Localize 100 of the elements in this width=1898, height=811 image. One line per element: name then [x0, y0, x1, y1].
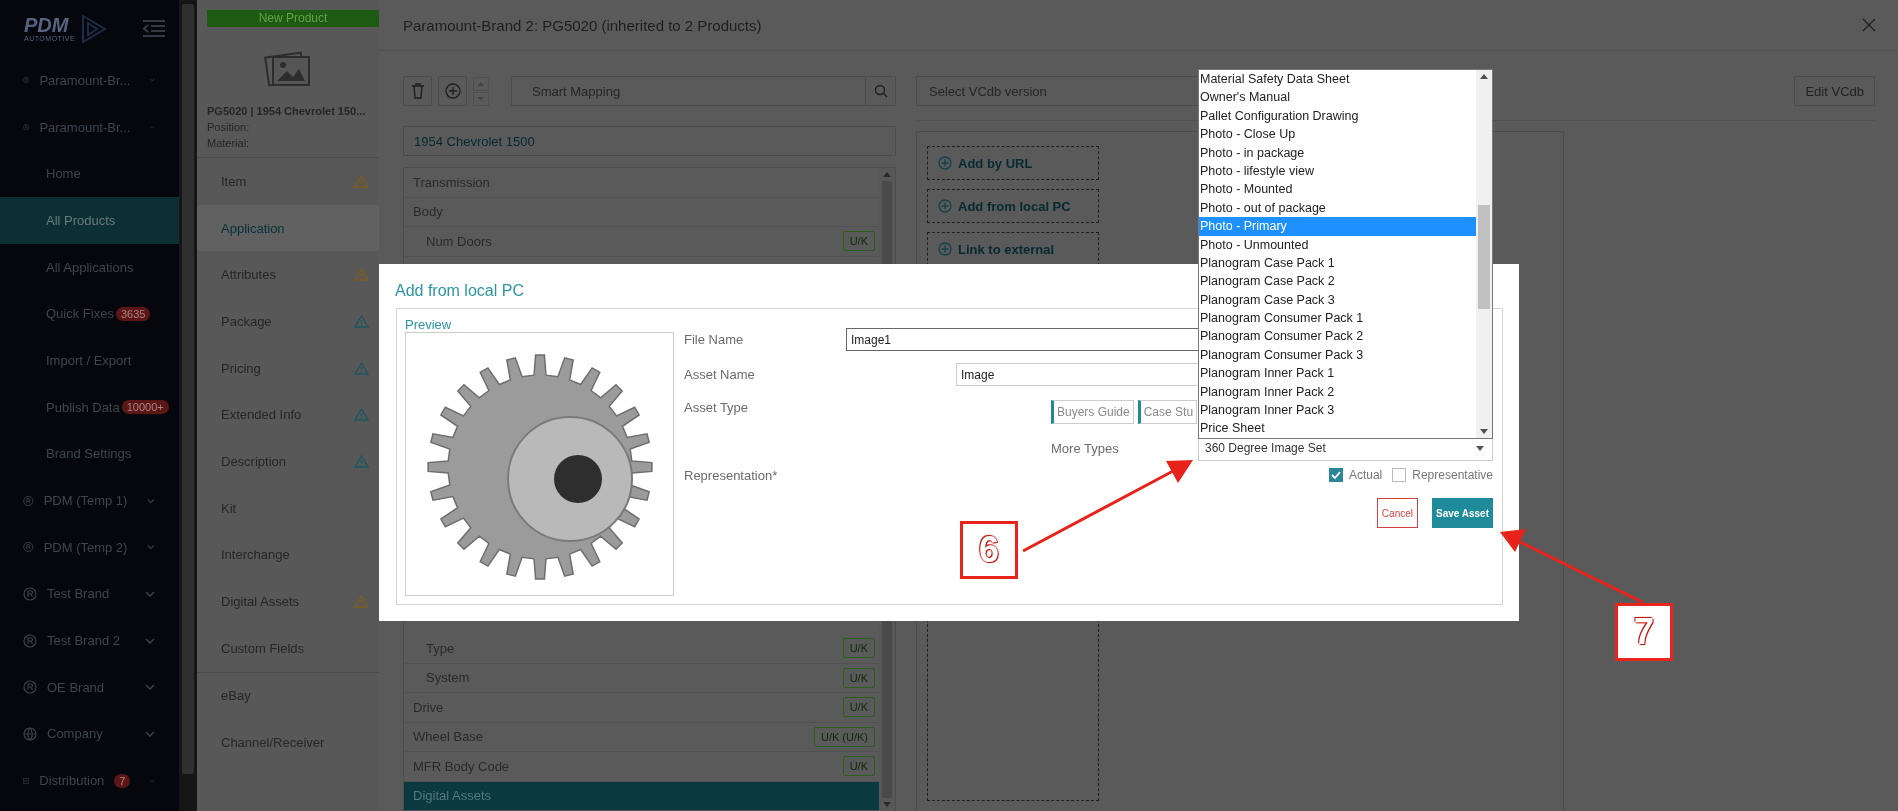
cancel-button[interactable]: Cancel	[1376, 498, 1418, 528]
dropdown-option[interactable]: Photo - out of package	[1199, 198, 1476, 218]
chevron-down-icon	[147, 544, 155, 551]
sidebar-item-label: Quick Fixes	[46, 306, 114, 322]
sidebar-item-label: Home	[46, 166, 81, 182]
sidebar-group[interactable]: Paramount-Br...	[0, 57, 179, 104]
chevron-down-icon	[145, 637, 155, 644]
save-asset-button[interactable]: Save Asset	[1432, 498, 1493, 528]
globe-icon	[23, 726, 37, 741]
dropdown-option[interactable]: Photo - in package	[1199, 143, 1476, 162]
dropdown-option[interactable]: Planogram Consumer Pack 2	[1199, 327, 1476, 346]
product-tab[interactable]: Application	[197, 204, 379, 252]
dropdown-option[interactable]: Photo - Primary	[1199, 217, 1476, 236]
sidebar-group[interactable]: Company	[0, 710, 179, 758]
checkbox-label: Representative	[1412, 468, 1493, 482]
plus-circle-icon	[938, 199, 952, 213]
sidebar-item[interactable]: All Products	[0, 197, 179, 244]
dropdown-option[interactable]: Planogram Consumer Pack 1	[1199, 309, 1476, 328]
search-button[interactable]	[866, 76, 896, 106]
sidebar-group-label: PDM (Temp 1)	[43, 493, 128, 509]
plus-circle-icon	[938, 242, 952, 256]
sidebar-group-label: Test Brand 2	[47, 633, 120, 649]
dialog-title: Paramount-Brand 2: PG5020 (inherited to 2 Products)	[403, 16, 762, 34]
sidebar-item[interactable]: Import / Export	[0, 337, 179, 384]
add-asset-button[interactable]: Add by URL	[927, 146, 1099, 180]
checkbox[interactable]	[1392, 468, 1407, 482]
chevron-down-icon	[145, 730, 155, 737]
value-tag: U/K	[842, 231, 875, 252]
plus-circle-icon	[938, 156, 952, 170]
dropdown-option[interactable]: Planogram Case Pack 3	[1199, 290, 1476, 310]
count-badge: 10000+	[121, 400, 169, 415]
sidebar-group[interactable]: PDM (Temp 2)	[0, 523, 179, 571]
count-badge: 7	[114, 773, 131, 788]
dropdown-option[interactable]: Planogram Inner Pack 3	[1199, 401, 1476, 420]
field-label: Asset Type	[684, 400, 750, 415]
registered-icon	[23, 680, 37, 695]
field-label: Representation*	[684, 467, 779, 483]
sidebar-group[interactable]: PDM (Temp 1)	[0, 477, 179, 524]
sidebar-item[interactable]: Brand Settings	[0, 430, 179, 478]
scrollbar[interactable]	[179, 0, 197, 811]
scrollbar[interactable]	[1476, 70, 1492, 438]
edit-vcdb-button[interactable]: Edit VCdb	[1794, 76, 1875, 106]
field-label: Asset Name	[684, 367, 756, 382]
sidebar-group-label: Paramount-Br...	[39, 119, 131, 135]
step-callout: 7	[1615, 603, 1673, 661]
product-tab-label: Application	[221, 220, 285, 236]
sidebar-item[interactable]: Home	[0, 150, 179, 198]
checkbox[interactable]	[1328, 468, 1343, 482]
new-product-button[interactable]: New Product	[207, 10, 379, 27]
scroll-down-icon[interactable]	[1480, 429, 1488, 434]
value-tag: U/K	[842, 667, 875, 688]
dropdown-option[interactable]: Planogram Inner Pack 1	[1199, 364, 1476, 383]
dropdown-option[interactable]: Planogram Case Pack 2	[1199, 272, 1476, 291]
add-button[interactable]	[438, 76, 467, 106]
play-triangle-icon	[81, 13, 108, 44]
menu-icon[interactable]	[143, 19, 165, 38]
dropdown-option[interactable]: Photo - Unmounted	[1199, 235, 1476, 254]
sidebar-item[interactable]: Quick Fixes 3635	[0, 290, 179, 338]
vehicle-field[interactable]: 1954 Chevrolet 1500	[403, 126, 896, 156]
add-asset-label: Link to external	[958, 241, 1055, 257]
add-asset-label: Add by URL	[958, 155, 1033, 171]
delete-button[interactable]	[403, 76, 432, 106]
sidebar-group[interactable]: Distribution 7	[0, 757, 179, 804]
sidebar-group[interactable]: Paramount-Br...	[0, 103, 179, 151]
tree-row-label: Digital Assets	[413, 788, 492, 804]
preview-label: Preview	[405, 317, 453, 332]
dropdown-option[interactable]: Pallet Configuration Drawing	[1199, 106, 1476, 126]
checkbox-label: Actual	[1348, 468, 1383, 482]
add-asset-label: Add from local PC	[958, 198, 1071, 214]
field-label: More Types	[1051, 440, 1120, 456]
registered-icon	[23, 493, 34, 508]
sidebar-item-label: Publish Data	[46, 399, 120, 415]
sidebar-group[interactable]: Test Brand	[0, 570, 179, 618]
sidebar-group-label: OE Brand	[47, 679, 105, 695]
sidebar-item[interactable]: All Applications	[0, 243, 179, 291]
scroll-up-icon[interactable]	[1480, 74, 1488, 79]
scrollbar-thumb[interactable]	[1478, 205, 1490, 309]
tree-row[interactable]: Digital Assets	[404, 781, 879, 811]
dropdown-option[interactable]: Photo - Mounted	[1199, 180, 1476, 199]
dropdown-option[interactable]: Photo - Close Up	[1199, 125, 1476, 144]
sidebar-group[interactable]: Test Brand 2	[0, 617, 179, 664]
dropdown-option[interactable]: Photo - lifestyle view	[1199, 161, 1476, 181]
scrollbar-thumb[interactable]	[182, 4, 194, 774]
sidebar-group[interactable]: OE Brand	[0, 663, 179, 711]
chevron-down-icon	[145, 684, 155, 691]
dropdown-option[interactable]: Planogram Case Pack 1	[1199, 253, 1476, 273]
chevron-down-icon	[147, 497, 155, 504]
asset-type-option[interactable]: Buyers Guide	[1051, 400, 1134, 424]
sidebar-group-label: Distribution	[39, 773, 105, 789]
add-asset-button[interactable]: Add from local PC	[927, 189, 1099, 223]
sidebar-item-label: All Applications	[46, 259, 134, 275]
field-label: File Name	[684, 332, 745, 347]
chevron-up-icon	[150, 124, 155, 131]
close-icon[interactable]	[1862, 18, 1876, 32]
sidebar-item[interactable]: Publish Data 10000+	[0, 383, 179, 431]
sidebar-item-label: Import / Export	[46, 352, 132, 368]
registered-icon	[23, 540, 34, 555]
dropdown-option[interactable]: Planogram Inner Pack 2	[1199, 382, 1476, 402]
sidebar-group-label: Test Brand	[47, 586, 110, 602]
dropdown-option[interactable]: Price Sheet	[1199, 419, 1476, 438]
